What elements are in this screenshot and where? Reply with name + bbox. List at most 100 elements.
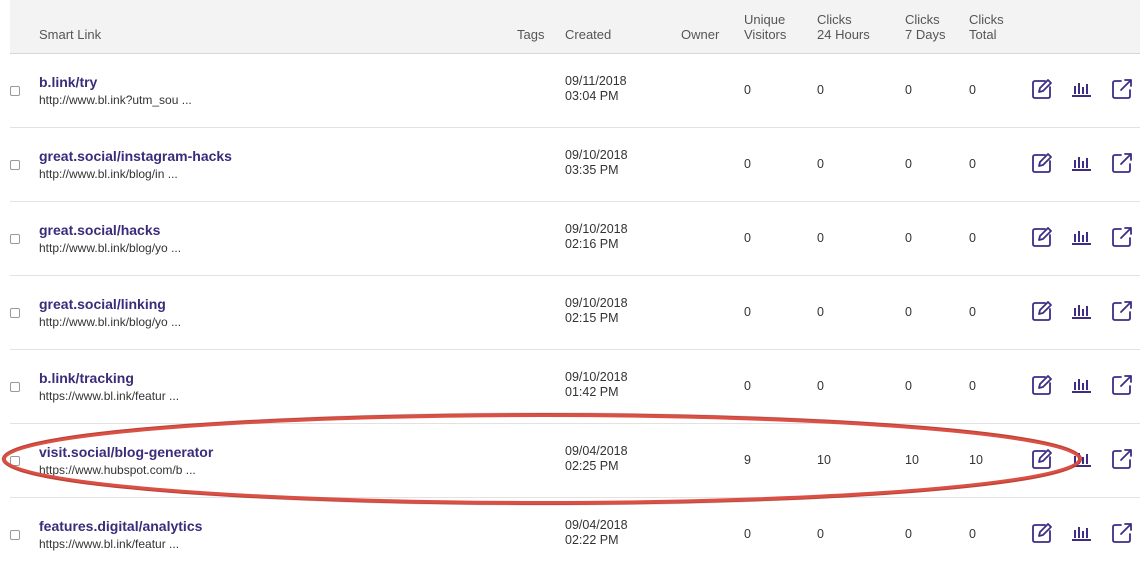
col-unique-visitors[interactable]: Unique Visitors <box>744 12 786 42</box>
destination-url: http://www.bl.ink/blog/yo ... <box>39 241 182 255</box>
row-checkbox[interactable] <box>10 382 20 392</box>
edit-icon[interactable] <box>1031 78 1053 100</box>
bar-chart-icon[interactable] <box>1071 152 1093 174</box>
bar-chart-icon[interactable] <box>1071 300 1093 322</box>
table-row: features.digital/analytics https://www.b… <box>0 498 1147 572</box>
created-time: 01:42 PM <box>565 385 619 399</box>
row-checkbox[interactable] <box>10 308 20 318</box>
clicks-total-value: 0 <box>969 83 976 97</box>
destination-url: https://www.hubspot.com/b ... <box>39 463 196 477</box>
clicks-24h-value: 0 <box>817 231 824 245</box>
row-checkbox[interactable] <box>10 530 20 540</box>
col-created[interactable]: Created <box>565 27 611 42</box>
col-smart-link[interactable]: Smart Link <box>39 27 101 42</box>
created-date: 09/11/2018 <box>565 74 627 88</box>
external-link-icon[interactable] <box>1111 300 1133 322</box>
smart-link-title[interactable]: b.link/tracking <box>39 370 134 386</box>
created-time: 03:04 PM <box>565 89 619 103</box>
external-link-icon[interactable] <box>1111 78 1133 100</box>
created-datetime: 09/04/2018 02:25 PM <box>565 444 628 474</box>
col-clicks-7d[interactable]: Clicks 7 Days <box>905 12 945 42</box>
col-clicks-7d-line1: Clicks <box>905 12 940 27</box>
destination-url: http://www.bl.ink?utm_sou ... <box>39 93 192 107</box>
edit-icon[interactable] <box>1031 448 1053 470</box>
col-clicks-7d-line2: 7 Days <box>905 27 946 42</box>
created-time: 02:16 PM <box>565 237 619 251</box>
smart-link-title[interactable]: b.link/try <box>39 74 97 90</box>
table-row: great.social/hacks http://www.bl.ink/blo… <box>0 202 1147 276</box>
created-datetime: 09/10/2018 02:15 PM <box>565 296 628 326</box>
col-clicks-total[interactable]: Clicks Total <box>969 12 1004 42</box>
row-checkbox[interactable] <box>10 234 20 244</box>
col-unique-visitors-line1: Unique <box>744 12 786 27</box>
col-tags[interactable]: Tags <box>517 27 544 42</box>
col-clicks-24h[interactable]: Clicks 24 Hours <box>817 12 870 42</box>
external-link-icon[interactable] <box>1111 226 1133 248</box>
smart-link-title[interactable]: great.social/hacks <box>39 222 160 238</box>
created-time: 02:15 PM <box>565 311 619 325</box>
bar-chart-icon[interactable] <box>1071 374 1093 396</box>
bar-chart-icon[interactable] <box>1071 226 1093 248</box>
created-date: 09/04/2018 <box>565 444 628 458</box>
destination-url: https://www.bl.ink/featur ... <box>39 537 180 551</box>
table-row: great.social/linking http://www.bl.ink/b… <box>0 276 1147 350</box>
created-time: 03:35 PM <box>565 163 619 177</box>
clicks-7d-value: 0 <box>905 379 912 393</box>
table-row: visit.social/blog-generator https://www.… <box>0 424 1147 498</box>
created-time: 02:25 PM <box>565 459 619 473</box>
created-time: 02:22 PM <box>565 533 619 547</box>
bar-chart-icon[interactable] <box>1071 522 1093 544</box>
table-row: b.link/try http://www.bl.ink?utm_sou ...… <box>0 54 1147 128</box>
smart-link-title[interactable]: visit.social/blog-generator <box>39 444 213 460</box>
clicks-24h-value: 0 <box>817 527 824 541</box>
clicks-7d-value: 10 <box>905 453 919 467</box>
created-datetime: 09/11/2018 03:04 PM <box>565 74 627 104</box>
created-date: 09/10/2018 <box>565 222 628 236</box>
clicks-7d-value: 0 <box>905 157 912 171</box>
created-datetime: 09/10/2018 01:42 PM <box>565 370 628 400</box>
destination-url: https://www.bl.ink/featur ... <box>39 389 180 403</box>
created-datetime: 09/04/2018 02:22 PM <box>565 518 628 548</box>
row-checkbox[interactable] <box>10 160 20 170</box>
external-link-icon[interactable] <box>1111 522 1133 544</box>
clicks-total-value: 0 <box>969 379 976 393</box>
edit-icon[interactable] <box>1031 300 1053 322</box>
unique-visitors-value: 0 <box>744 83 751 97</box>
edit-icon[interactable] <box>1031 152 1053 174</box>
external-link-icon[interactable] <box>1111 374 1133 396</box>
row-checkbox[interactable] <box>10 86 20 96</box>
clicks-24h-value: 0 <box>817 157 824 171</box>
edit-icon[interactable] <box>1031 522 1053 544</box>
clicks-24h-value: 0 <box>817 83 824 97</box>
clicks-total-value: 0 <box>969 305 976 319</box>
smart-link-title[interactable]: great.social/instagram-hacks <box>39 148 232 164</box>
table-header: Smart Link Tags Created Owner Unique Vis… <box>10 0 1140 54</box>
col-owner[interactable]: Owner <box>681 27 719 42</box>
clicks-24h-value: 10 <box>817 453 831 467</box>
col-clicks-24h-line1: Clicks <box>817 12 852 27</box>
bar-chart-icon[interactable] <box>1071 78 1093 100</box>
clicks-24h-value: 0 <box>817 379 824 393</box>
clicks-total-value: 0 <box>969 157 976 171</box>
edit-icon[interactable] <box>1031 374 1053 396</box>
unique-visitors-value: 0 <box>744 527 751 541</box>
smart-link-title[interactable]: features.digital/analytics <box>39 518 202 534</box>
created-date: 09/04/2018 <box>565 518 628 532</box>
clicks-total-value: 0 <box>969 231 976 245</box>
bar-chart-icon[interactable] <box>1071 448 1093 470</box>
destination-url: http://www.bl.ink/blog/yo ... <box>39 315 182 329</box>
unique-visitors-value: 0 <box>744 305 751 319</box>
edit-icon[interactable] <box>1031 226 1053 248</box>
created-date: 09/10/2018 <box>565 148 628 162</box>
external-link-icon[interactable] <box>1111 152 1133 174</box>
external-link-icon[interactable] <box>1111 448 1133 470</box>
unique-visitors-value: 0 <box>744 157 751 171</box>
col-clicks-total-line2: Total <box>969 27 997 42</box>
table-row: b.link/tracking https://www.bl.ink/featu… <box>0 350 1147 424</box>
row-checkbox[interactable] <box>10 456 20 466</box>
clicks-total-value: 10 <box>969 453 983 467</box>
col-clicks-24h-line2: 24 Hours <box>817 27 870 42</box>
smart-link-title[interactable]: great.social/linking <box>39 296 166 312</box>
destination-url: http://www.bl.ink/blog/in ... <box>39 167 178 181</box>
clicks-7d-value: 0 <box>905 305 912 319</box>
